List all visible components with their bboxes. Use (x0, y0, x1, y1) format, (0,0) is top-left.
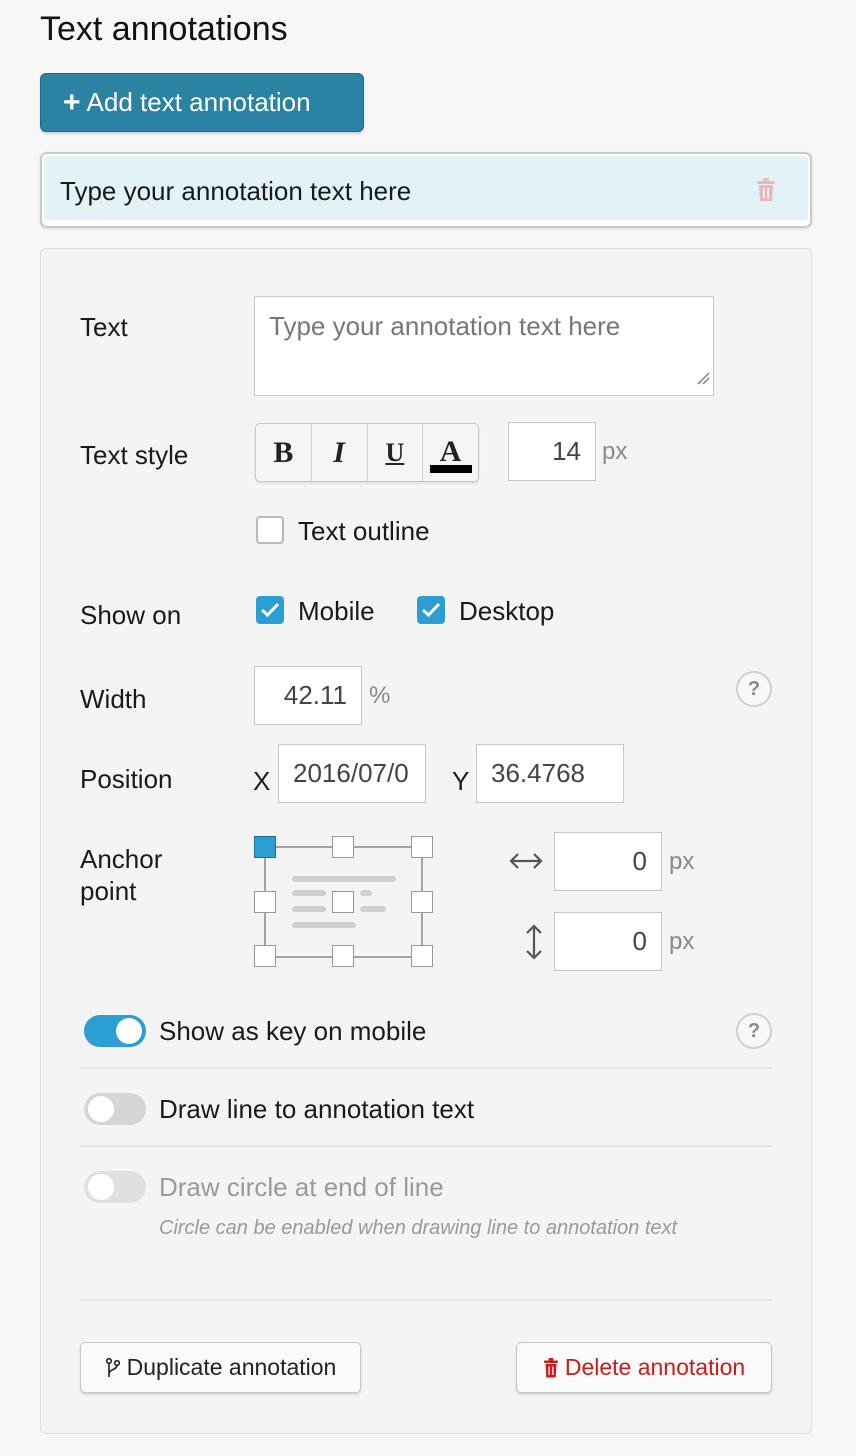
offset-x-unit: px (669, 848, 695, 875)
checkmark-icon (421, 602, 441, 618)
plus-icon: + (63, 85, 81, 119)
mobile-label: Mobile (298, 596, 375, 626)
anchor-middle-right[interactable] (411, 891, 433, 913)
font-size-unit: px (602, 438, 628, 465)
x-label: X (253, 766, 271, 796)
width-unit: % (369, 682, 391, 709)
y-label: Y (452, 766, 470, 796)
anchor-point-selector (254, 836, 434, 968)
anchor-top-left[interactable] (254, 836, 276, 858)
underline-button[interactable]: U (368, 424, 424, 481)
text-style-toolbar: B I U A (255, 423, 479, 482)
annotation-item-label: Type your annotation text here (60, 176, 412, 206)
show-on-label: Show on (80, 600, 182, 630)
branch-icon (105, 1357, 120, 1377)
delete-annotation-button[interactable]: Delete annotation (516, 1342, 772, 1393)
circle-hint: Circle can be enabled when drawing line … (159, 1217, 678, 1239)
annotation-text-input[interactable]: Type your annotation text here (254, 296, 714, 396)
position-label: Position (80, 764, 173, 794)
resize-grip-icon[interactable] (696, 361, 710, 392)
draw-circle-label: Draw circle at end of line (159, 1172, 444, 1202)
text-outline-label: Text outline (298, 516, 430, 546)
draw-line-toggle[interactable] (84, 1093, 146, 1125)
show-key-toggle[interactable] (84, 1015, 146, 1047)
anchor-bottom-center[interactable] (332, 945, 354, 967)
offset-y-input[interactable]: 0 (554, 912, 662, 971)
width-help-icon[interactable]: ? (736, 671, 772, 707)
bold-button[interactable]: B (256, 424, 312, 481)
duplicate-label: Duplicate annotation (126, 1354, 337, 1380)
anchor-middle-left[interactable] (254, 891, 276, 913)
text-outline-checkbox[interactable] (256, 516, 284, 544)
add-text-annotation-button[interactable]: + Add text annotation (40, 73, 364, 132)
text-placeholder: Type your annotation text here (269, 311, 621, 341)
divider (80, 1299, 772, 1301)
text-color-button[interactable]: A (423, 424, 478, 481)
position-y-input[interactable]: 36.4768 (476, 744, 624, 803)
horizontal-arrows-icon (509, 853, 543, 869)
delete-label: Delete annotation (564, 1354, 746, 1380)
trash-icon (543, 1357, 558, 1377)
section-title: Text annotations (40, 10, 288, 48)
trash-icon[interactable] (756, 178, 776, 207)
text-color-icon: A (439, 434, 462, 468)
draw-circle-toggle[interactable] (84, 1171, 146, 1203)
divider (80, 1145, 772, 1147)
checkmark-icon (260, 602, 280, 618)
width-input[interactable]: 42.11 (254, 666, 362, 725)
text-style-label: Text style (80, 440, 189, 470)
show-key-label: Show as key on mobile (159, 1016, 427, 1046)
annotation-list-item[interactable]: Type your annotation text here (40, 152, 812, 228)
mobile-checkbox[interactable] (256, 596, 284, 624)
vertical-arrows-icon (526, 924, 542, 960)
desktop-checkbox[interactable] (417, 596, 445, 624)
draw-line-label: Draw line to annotation text (159, 1094, 475, 1124)
anchor-middle-center[interactable] (332, 891, 354, 913)
divider (80, 1067, 772, 1069)
anchor-top-center[interactable] (332, 836, 354, 858)
position-x-input[interactable]: 2016/07/0 (278, 744, 426, 803)
anchor-label-line2: point (80, 876, 137, 906)
font-size-input[interactable]: 14 (508, 422, 596, 481)
anchor-label-line1: Anchor (80, 844, 163, 874)
offset-y-unit: px (669, 928, 695, 955)
anchor-top-right[interactable] (411, 836, 433, 858)
width-label: Width (80, 684, 147, 714)
offset-x-input[interactable]: 0 (554, 832, 662, 891)
desktop-label: Desktop (459, 596, 555, 626)
text-label: Text (80, 312, 128, 342)
anchor-bottom-left[interactable] (254, 945, 276, 967)
add-button-label: Add text annotation (86, 87, 311, 117)
italic-button[interactable]: I (312, 424, 368, 481)
duplicate-annotation-button[interactable]: Duplicate annotation (80, 1342, 361, 1393)
show-key-help-icon[interactable]: ? (736, 1013, 772, 1049)
anchor-bottom-right[interactable] (411, 945, 433, 967)
text-color-swatch (429, 464, 472, 473)
